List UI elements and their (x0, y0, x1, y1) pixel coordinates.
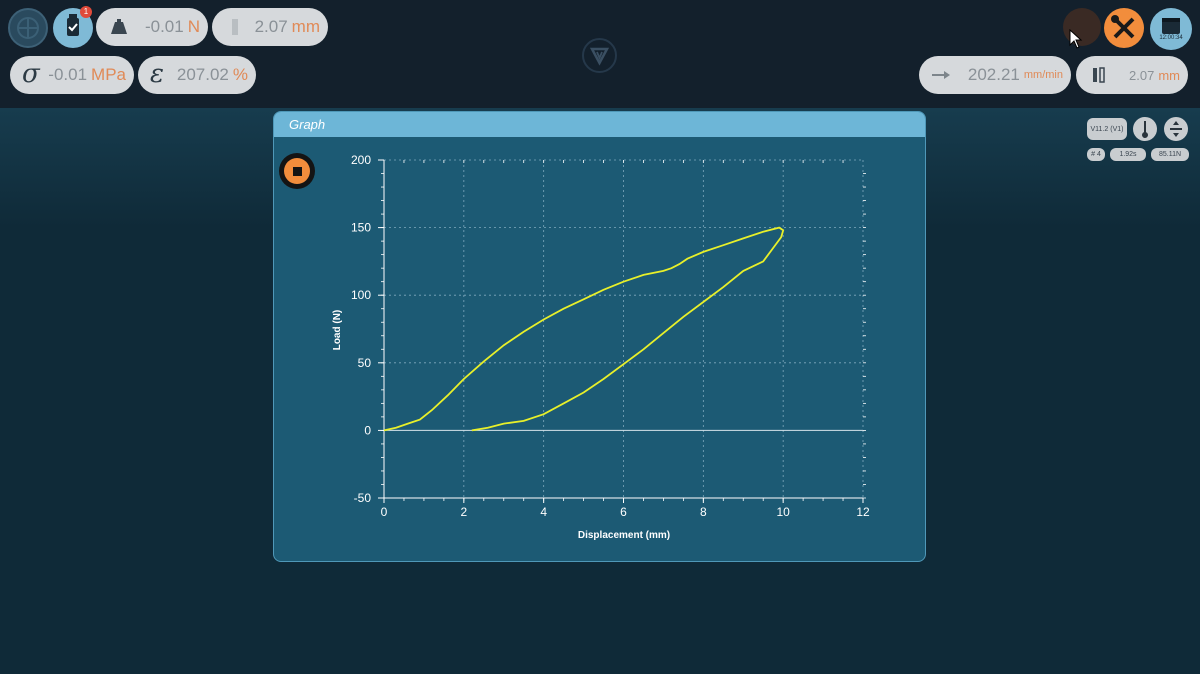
speed-value: 202.21 (967, 65, 1020, 84)
y-tick-label: -50 (354, 491, 372, 505)
x-axis-label: Displacement (mm) (578, 530, 670, 541)
position-unit: mm (291, 17, 320, 36)
usb-button[interactable]: 1 (53, 6, 93, 48)
globe-icon (17, 17, 39, 39)
stress-unit: MPa (91, 65, 126, 84)
stress-readout[interactable]: σ -0.01 MPa (10, 56, 134, 94)
time-badge: 1.92s (1110, 148, 1146, 161)
calendar-clock-icon (1162, 18, 1180, 34)
gap-unit: mm (1158, 67, 1180, 83)
x-tick-label: 6 (620, 505, 627, 519)
tools-icon (1111, 15, 1135, 39)
speed-unit: mm/min (1023, 69, 1063, 81)
gap-value: 2.07 (1129, 67, 1155, 83)
thermometer-button[interactable] (1133, 117, 1157, 141)
logo-triangle-icon (589, 47, 610, 66)
sigma-icon: σ (22, 59, 40, 89)
load-displacement-chart: 0 2 4 6 8 10 12 -50 0 50 100 150 200 Displacement (m… (332, 153, 870, 541)
speed-readout[interactable]: 202.21 mm/min (919, 56, 1071, 94)
speed-arrow-icon (929, 64, 953, 86)
panel-title: Graph (274, 112, 925, 137)
sample-number-badge: # 4 (1087, 148, 1105, 161)
notification-badge: 1 (80, 6, 92, 18)
strain-value: 207.02 (176, 65, 229, 84)
cursor-icon (1069, 29, 1083, 49)
y-tick-label: 150 (351, 221, 371, 235)
graph-panel: Graph 0 2 4 6 8 10 12 -50 0 50 100 150 200 Displacem… (273, 111, 926, 562)
gap-readout[interactable]: 2.07 mm (1076, 56, 1188, 94)
x-tick-label: 2 (460, 505, 467, 519)
align-icon (1170, 121, 1182, 137)
weight-icon (108, 16, 130, 38)
position-value: 2.07 (254, 17, 288, 36)
strain-readout[interactable]: ε 207.02 % (138, 56, 256, 94)
strain-unit: % (232, 65, 248, 84)
y-axis-label: Load (N) (332, 310, 343, 351)
tools-button[interactable] (1104, 8, 1144, 48)
ruler-icon (224, 16, 246, 38)
x-tick-label: 0 (381, 505, 388, 519)
load-readout[interactable]: -0.01 N (96, 8, 208, 46)
x-tick-label: 4 (540, 505, 547, 519)
x-tick-label: 8 (700, 505, 707, 519)
clock-time: 12:00:34 (1159, 35, 1183, 41)
epsilon-icon: ε (150, 59, 164, 89)
logo-button[interactable] (582, 38, 617, 73)
load-displacement-curve (383, 226, 785, 432)
y-tick-label: 0 (364, 423, 371, 437)
thermometer-icon (1142, 121, 1148, 138)
x-tick-label: 12 (856, 505, 870, 519)
gap-icon (1088, 64, 1110, 86)
y-tick-label: 200 (351, 153, 371, 167)
load-value: -0.01 (144, 17, 184, 36)
calendar-button[interactable]: 12:00:34 (1150, 8, 1192, 50)
version-badge: V11.2 (V1) (1087, 118, 1127, 140)
y-tick-label: 100 (351, 288, 371, 302)
load-unit: N (187, 17, 200, 36)
stress-value: -0.01 (48, 65, 88, 84)
globe-button[interactable] (8, 8, 48, 48)
y-tick-label: 50 (358, 356, 372, 370)
position-readout[interactable]: 2.07 mm (212, 8, 328, 46)
x-tick-label: 10 (776, 505, 790, 519)
align-button[interactable] (1164, 117, 1188, 141)
force-badge: 85.11N (1151, 148, 1189, 161)
